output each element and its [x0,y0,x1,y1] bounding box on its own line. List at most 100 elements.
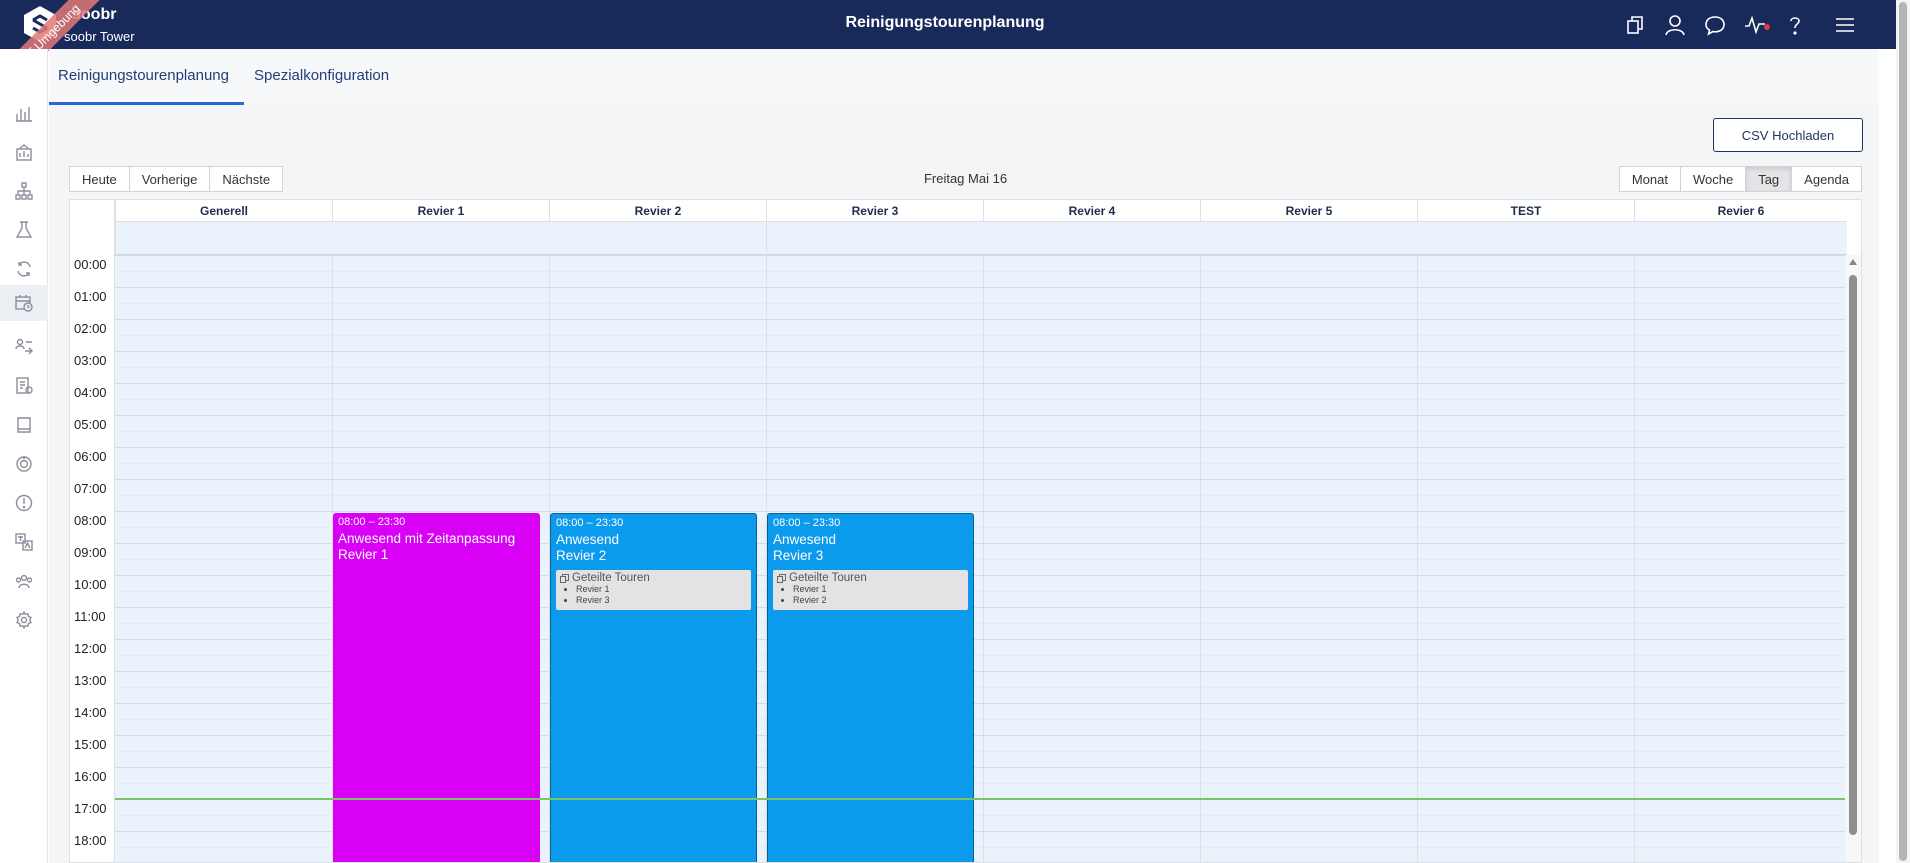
half-hour-gridline [115,367,1847,368]
calendar-scrollbar[interactable] [1845,255,1861,862]
event-revier-2[interactable]: 08:00 – 23:30 Anwesend Revier 2 Geteilte… [550,513,757,862]
day-calendar: Generell Revier 1 Revier 2 Revier 3 Revi… [69,199,1862,863]
top-bar: soobr soobr Tower TEST Umgebung Reinigun… [0,0,1910,107]
org-chart-icon[interactable] [0,173,48,209]
alert-icon[interactable] [0,485,48,521]
csv-upload-button[interactable]: CSV Hochladen [1713,118,1863,152]
event-time: 08:00 – 23:30 [556,517,624,529]
people-swap-icon[interactable] [0,329,48,365]
event-revier-3[interactable]: 08:00 – 23:30 Anwesend Revier 3 Geteilte… [767,513,974,862]
activity-icon[interactable] [1742,12,1770,38]
hour-label: 03:00 [74,353,107,368]
page-title: Reinigungstourenplanung [845,14,1045,31]
view-week-button[interactable]: Woche [1679,166,1747,192]
chat-icon[interactable] [1702,12,1728,38]
view-day-button[interactable]: Tag [1745,166,1793,192]
shared-tour-item: Revier 1 [576,584,747,595]
lab-flask-icon[interactable] [0,212,48,248]
event-time: 08:00 – 23:30 [338,516,406,528]
active-tab-indicator [49,102,244,105]
hour-gridline [115,383,1847,384]
help-icon[interactable] [1782,12,1808,38]
calendar-date-label: Freitag Mai 16 [923,171,1008,186]
event-time: 08:00 – 23:30 [773,517,841,529]
all-day-cell[interactable] [766,222,1847,255]
refresh-cycle-icon[interactable] [0,251,48,287]
shared-tour-item: Revier 2 [793,595,964,606]
today-button[interactable]: Heute [69,166,130,192]
half-hour-gridline [115,271,1847,272]
shared-tour-item: Revier 3 [576,595,747,606]
checklist-icon[interactable] [0,368,48,404]
hour-label: 13:00 [74,673,107,688]
scroll-up-arrow-icon[interactable] [1849,259,1857,265]
half-hour-gridline [115,399,1847,400]
event-title: Anwesend mit Zeitanpassung [338,531,516,546]
hour-gridline [115,287,1847,288]
event-subtitle: Revier 3 [773,548,824,563]
tab-reinigungstourenplanung[interactable]: Reinigungstourenplanung [58,67,229,84]
calendar-scroll-thumb[interactable] [1849,275,1857,835]
event-title: Anwesend [773,532,837,547]
shared-tours-icon [777,573,786,583]
shared-tours-title: Geteilte Touren [789,572,867,584]
book-icon[interactable] [0,407,48,443]
menu-icon[interactable] [1832,12,1858,38]
building-chart-icon[interactable] [0,134,48,170]
hour-label: 00:00 [74,257,107,272]
column-header-revier-5: Revier 5 [1200,200,1417,222]
hour-label: 15:00 [74,737,107,752]
half-hour-gridline [115,431,1847,432]
column-header-revier-4: Revier 4 [983,200,1200,222]
hour-label: 16:00 [74,769,107,784]
time-grid[interactable]: 08:00 – 23:30 Anwesend mit Zeitanpassung… [115,255,1847,862]
shared-tours-box: Geteilte Touren Revier 1 Revier 3 [556,570,751,610]
hour-label: 10:00 [74,577,107,592]
sidebar [0,49,48,863]
hour-gridline [115,319,1847,320]
column-header-revier-3: Revier 3 [766,200,983,222]
hour-gridline [115,447,1847,448]
column-header-revier-2: Revier 2 [549,200,766,222]
main-content: Reinigungstourenplanung Spezialkonfigura… [49,49,1879,863]
view-agenda-button[interactable]: Agenda [1791,166,1862,192]
column-header-test: TEST [1417,200,1634,222]
hour-gridline [115,351,1847,352]
copy-icon[interactable] [1622,12,1648,38]
settings-icon[interactable] [0,602,48,638]
column-header-revier-1: Revier 1 [332,200,549,222]
group-icon[interactable] [0,563,48,599]
half-hour-gridline [115,463,1847,464]
column-header-generell: Generell [115,200,332,222]
calendar-nav-group: Heute Vorherige Nächste [69,166,284,192]
all-day-cell[interactable] [115,222,766,255]
page-scrollbar[interactable] [1896,0,1910,863]
current-time-indicator [115,798,1847,800]
hour-label: 11:00 [74,609,106,624]
view-month-button[interactable]: Monat [1618,166,1681,192]
user-icon[interactable] [1662,12,1688,38]
bar-chart-icon[interactable] [0,95,48,131]
shared-tours-title: Geteilte Touren [572,572,650,584]
notification-dot [1764,24,1770,30]
next-button[interactable]: Nächste [209,166,284,192]
hour-label: 09:00 [74,545,107,560]
calendar-view-group: Monat Woche Tag Agenda [1618,166,1862,192]
tab-bar: Reinigungstourenplanung Spezialkonfigura… [49,49,1879,105]
event-subtitle: Revier 2 [556,548,607,563]
shared-tours-icon [560,573,569,583]
calendar-clock-icon[interactable] [0,285,48,321]
hour-label: 18:00 [74,833,107,848]
hour-gridline [115,479,1847,480]
calendar-toolbar: Freitag Mai 16 Heute Vorherige Nächste M… [69,166,1862,192]
event-revier-1[interactable]: 08:00 – 23:30 Anwesend mit Zeitanpassung… [333,513,540,862]
previous-button[interactable]: Vorherige [128,166,211,192]
shared-tours-box: Geteilte Touren Revier 1 Revier 2 [773,570,968,610]
hour-label: 01:00 [74,289,107,304]
page-scroll-thumb[interactable] [1899,2,1907,861]
tab-spezialkonfiguration[interactable]: Spezialkonfiguration [254,67,389,84]
target-icon[interactable] [0,446,48,482]
hour-label: 14:00 [74,705,107,720]
hour-gridline [115,415,1847,416]
translate-icon[interactable] [0,524,48,560]
